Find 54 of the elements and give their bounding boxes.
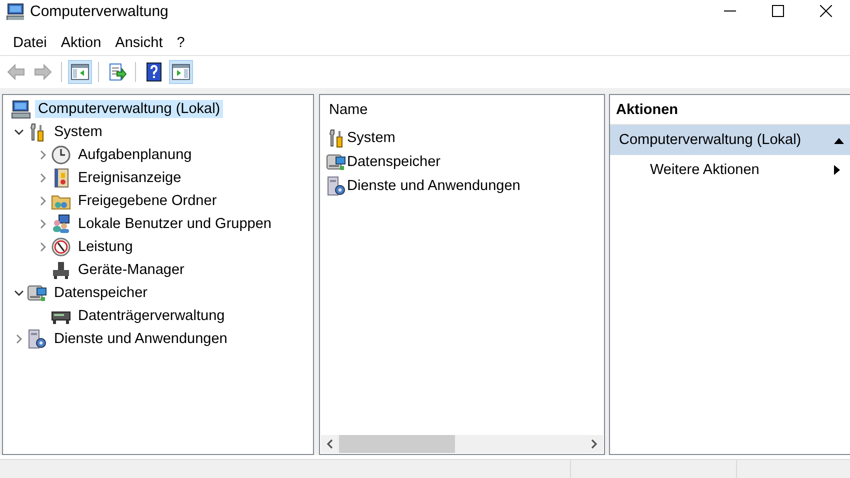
list-item[interactable]: Dienste und Anwendungen: [347, 178, 520, 194]
storage-icon: [326, 152, 346, 172]
tree-item[interactable]: Geräte-Manager: [75, 260, 188, 278]
list-item[interactable]: Datenspeicher: [347, 154, 440, 170]
scroll-left-icon[interactable]: [325, 439, 335, 449]
list-item[interactable]: System: [347, 130, 396, 146]
server-gear-icon: [326, 176, 346, 196]
tree-item[interactable]: Aufgabenplanung: [75, 146, 195, 164]
help-icon: [144, 62, 164, 82]
expand-chevron-icon[interactable]: [38, 218, 48, 228]
actions-section-header[interactable]: Computerverwaltung (Lokal): [610, 125, 850, 155]
users-icon: [51, 214, 71, 234]
server-gear-icon: [27, 328, 47, 348]
tree-item[interactable]: Dienste und Anwendungen: [51, 330, 230, 348]
tree-item[interactable]: Ereignisanzeige: [75, 168, 184, 186]
expand-chevron-icon[interactable]: [14, 334, 24, 344]
maximize-icon: [772, 5, 784, 17]
collapse-chevron-icon[interactable]: [14, 126, 24, 136]
clock-icon: [51, 144, 71, 164]
tree-pane-button[interactable]: [68, 60, 92, 84]
horizontal-scrollbar[interactable]: [321, 435, 603, 453]
actions-pane-button[interactable]: [169, 60, 193, 84]
tree-item[interactable]: Freigegebene Ordner: [75, 192, 220, 210]
menu-item[interactable]: Datei: [6, 31, 54, 55]
close-icon: [820, 5, 832, 17]
window-title: Computerverwaltung: [30, 2, 170, 20]
collapse-chevron-icon[interactable]: [14, 288, 24, 298]
menu-item[interactable]: ?: [170, 31, 192, 55]
tree-item[interactable]: Datenspeicher: [51, 284, 150, 302]
computer-icon: [6, 2, 24, 20]
tree-item[interactable]: System: [51, 122, 106, 140]
menu-item[interactable]: Aktion: [54, 31, 108, 55]
tree-item[interactable]: Datenträgerverwaltung: [75, 306, 228, 324]
device-icon: [51, 260, 71, 280]
expand-chevron-icon[interactable]: [38, 242, 48, 252]
column-header[interactable]: Name: [320, 95, 604, 122]
expand-chevron-icon[interactable]: [38, 172, 48, 182]
tree-item[interactable]: Lokale Benutzer und Gruppen: [75, 214, 274, 232]
tree-pane-icon: [70, 62, 90, 82]
tree-item[interactable]: Computerverwaltung (Lokal): [35, 100, 224, 118]
scroll-thumb[interactable]: [339, 435, 455, 453]
forward-arrow-icon: [33, 62, 53, 82]
computer-icon: [11, 98, 31, 118]
back-arrow-icon: [6, 62, 26, 82]
scroll-right-icon[interactable]: [589, 439, 599, 449]
export-list-icon: [107, 62, 127, 82]
expand-chevron-icon[interactable]: [38, 196, 48, 206]
actions-pane-icon: [171, 62, 191, 82]
menu-item[interactable]: Ansicht: [108, 31, 170, 55]
minimize-icon: [724, 10, 736, 12]
expand-chevron-icon[interactable]: [38, 150, 48, 160]
action-item[interactable]: Weitere Aktionen: [610, 155, 850, 185]
storage-icon: [27, 282, 47, 302]
tree-item[interactable]: Leistung: [75, 238, 136, 256]
